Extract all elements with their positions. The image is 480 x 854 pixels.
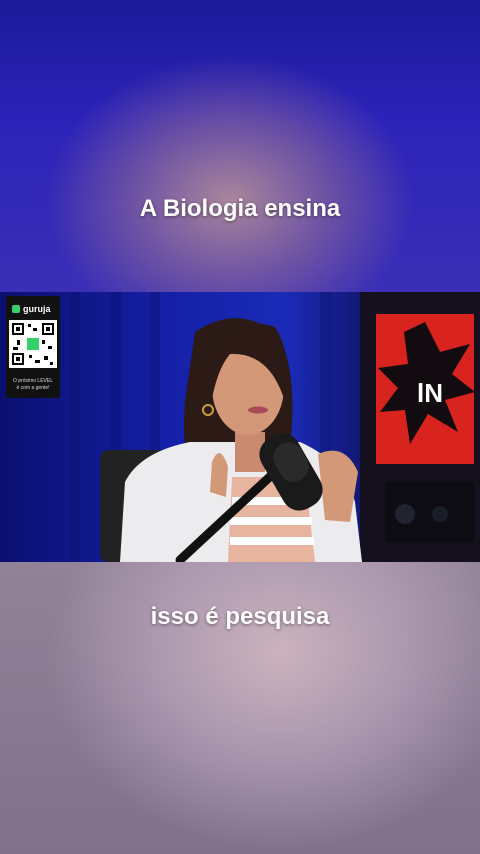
tagline: O próximo LEVEL é com a gente! <box>12 378 54 391</box>
caption-top: A Biologia ensina <box>139 195 341 222</box>
svg-text:lN: lN <box>417 378 443 408</box>
video-frame[interactable]: lN guruja O próximo LEVEL é com a gente! <box>0 292 480 562</box>
blurred-background-top <box>0 0 480 292</box>
qr-overlay-card[interactable]: guruja O próximo LEVEL é com a gente! <box>6 296 60 398</box>
caption-bottom: isso é pesquisa <box>150 603 330 630</box>
red-sign-panel: lN <box>376 314 475 464</box>
brand-logo-icon <box>12 305 20 313</box>
brand-name: guruja <box>23 304 51 314</box>
studio-scene: lN <box>70 292 480 562</box>
qr-code-icon[interactable] <box>9 320 57 368</box>
